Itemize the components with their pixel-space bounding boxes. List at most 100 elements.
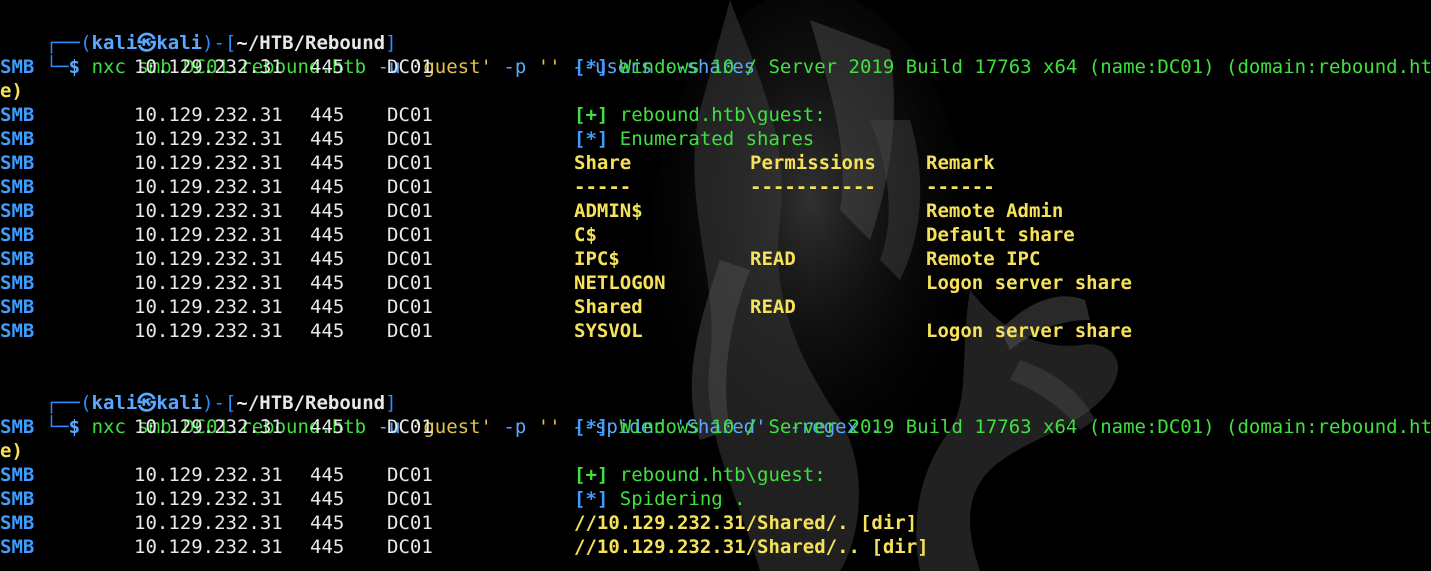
spider-star-marker: [*] — [574, 488, 609, 510]
target-port: 445 — [310, 536, 345, 558]
target-ip: 10.129.232.31 — [134, 176, 283, 198]
target-ip: 10.129.232.31 — [134, 488, 283, 510]
target-ip: 10.129.232.31 — [134, 320, 283, 342]
share-row: SMB 10.129.232.31 445 DC01 Shared READ — [0, 295, 1431, 319]
target-ip: 10.129.232.31 — [134, 128, 283, 150]
share-remark: Default share — [926, 224, 1075, 246]
share-remark: Remote Admin — [926, 200, 1064, 222]
terminal-window[interactable]: ┌──(kali㉿kali)-[~/HTB/Rebound] └─$ nxc s… — [0, 0, 1431, 571]
target-ip: 10.129.232.31 — [134, 224, 283, 246]
info-star-marker: [*] — [574, 416, 609, 438]
smb-proto: SMB — [0, 488, 35, 510]
smb-proto: SMB — [0, 296, 35, 318]
share-table-header: SMB 10.129.232.31 445 DC01 Share Permiss… — [0, 151, 1431, 175]
header-remark: Remark — [926, 152, 995, 174]
output-row: SMB 10.129.232.31 445 DC01 [*] Windows 1… — [0, 415, 1431, 439]
header-share: Share — [574, 152, 632, 174]
prompt-line-top: ┌──(kali㉿kali)-[~/HTB/Rebound] — [0, 367, 1431, 414]
output-wrap-row: e) — [0, 439, 1431, 463]
share-row: SMB 10.129.232.31 445 DC01 SYSVOL Logon … — [0, 319, 1431, 343]
info-text: Windows 10 / Server 2019 Build 17763 x64… — [608, 56, 1431, 78]
auth-message: [+] rebound.htb\guest: — [574, 103, 826, 127]
target-port: 445 — [310, 200, 345, 222]
smb-proto: SMB — [0, 224, 35, 246]
share-name: Shared — [574, 296, 643, 318]
output-row: SMB 10.129.232.31 445 DC01 [*] Enumerate… — [0, 127, 1431, 151]
target-port: 445 — [310, 104, 345, 126]
target-port: 445 — [310, 272, 345, 294]
smb-proto: SMB — [0, 464, 35, 486]
target-port: 445 — [310, 416, 345, 438]
target-host: DC01 — [387, 176, 433, 198]
target-port: 445 — [310, 152, 345, 174]
smb-proto: SMB — [0, 152, 35, 174]
smb-proto: SMB — [0, 320, 35, 342]
target-host: DC01 — [387, 56, 433, 78]
target-ip: 10.129.232.31 — [134, 104, 283, 126]
share-row: SMB 10.129.232.31 445 DC01 C$ Default sh… — [0, 223, 1431, 247]
target-ip: 10.129.232.31 — [134, 200, 283, 222]
share-row: SMB 10.129.232.31 445 DC01 ADMIN$ Remote… — [0, 199, 1431, 223]
auth-text: rebound.htb\guest: — [608, 464, 826, 486]
enum-star-marker: [*] — [574, 128, 609, 150]
share-name: IPC$ — [574, 248, 620, 270]
smb-proto: SMB — [0, 176, 35, 198]
info-message: [*] Windows 10 / Server 2019 Build 17763… — [574, 55, 1431, 79]
smb-proto: SMB — [0, 272, 35, 294]
target-host: DC01 — [387, 320, 433, 342]
target-ip: 10.129.232.31 — [134, 248, 283, 270]
spider-path: //10.129.232.31/Shared/. [dir] — [574, 512, 918, 534]
target-port: 445 — [310, 248, 345, 270]
divider-share: ----- — [574, 176, 632, 198]
target-port: 445 — [310, 176, 345, 198]
target-port: 445 — [310, 296, 345, 318]
target-port: 445 — [310, 224, 345, 246]
info-star-marker: [*] — [574, 56, 609, 78]
wrapped-text: e) — [0, 80, 23, 102]
target-port: 445 — [310, 512, 345, 534]
target-ip: 10.129.232.31 — [134, 56, 283, 78]
spider-result-row: SMB 10.129.232.31 445 DC01 //10.129.232.… — [0, 511, 1431, 535]
target-port: 445 — [310, 488, 345, 510]
target-host: DC01 — [387, 128, 433, 150]
target-host: DC01 — [387, 248, 433, 270]
share-remark: Remote IPC — [926, 248, 1041, 270]
share-remark: Logon server share — [926, 272, 1132, 294]
spider-message: [*] Spidering . — [574, 487, 746, 511]
prompt-line-top: ┌──(kali㉿kali)-[~/HTB/Rebound] — [0, 7, 1431, 54]
divider-remark: ------ — [926, 176, 995, 198]
target-ip: 10.129.232.31 — [134, 536, 283, 558]
share-permission: READ — [750, 248, 796, 270]
smb-proto: SMB — [0, 56, 35, 78]
smb-proto: SMB — [0, 104, 35, 126]
target-host: DC01 — [387, 200, 433, 222]
info-text: Windows 10 / Server 2019 Build 17763 x64… — [608, 416, 1431, 438]
target-host: DC01 — [387, 152, 433, 174]
output-row: SMB 10.129.232.31 445 DC01 [*] Spidering… — [0, 487, 1431, 511]
command-line[interactable]: └─$ nxc smb DC01.rebound.htb -u 'guest' … — [0, 31, 1431, 78]
target-host: DC01 — [387, 272, 433, 294]
spider-text: Spidering . — [608, 488, 746, 510]
target-port: 445 — [310, 56, 345, 78]
enum-text: Enumerated shares — [608, 128, 815, 150]
share-table-divider: SMB 10.129.232.31 445 DC01 ----- -------… — [0, 175, 1431, 199]
target-ip: 10.129.232.31 — [134, 152, 283, 174]
info-message: [*] Windows 10 / Server 2019 Build 17763… — [574, 415, 1431, 439]
command-line[interactable]: └─$ nxc smb DC01.rebound.htb -u 'guest' … — [0, 391, 1431, 438]
share-name: C$ — [574, 224, 597, 246]
share-row: SMB 10.129.232.31 445 DC01 NETLOGON Logo… — [0, 271, 1431, 295]
smb-proto: SMB — [0, 536, 35, 558]
share-permission: READ — [750, 296, 796, 318]
target-port: 445 — [310, 128, 345, 150]
target-host: DC01 — [387, 512, 433, 534]
smb-proto: SMB — [0, 512, 35, 534]
output-wrap-row: e) — [0, 79, 1431, 103]
output-row: SMB 10.129.232.31 445 DC01 [+] rebound.h… — [0, 463, 1431, 487]
target-host: DC01 — [387, 296, 433, 318]
target-host: DC01 — [387, 224, 433, 246]
target-ip: 10.129.232.31 — [134, 416, 283, 438]
wrapped-text: e) — [0, 440, 23, 462]
target-host: DC01 — [387, 488, 433, 510]
header-permissions: Permissions — [750, 152, 876, 174]
